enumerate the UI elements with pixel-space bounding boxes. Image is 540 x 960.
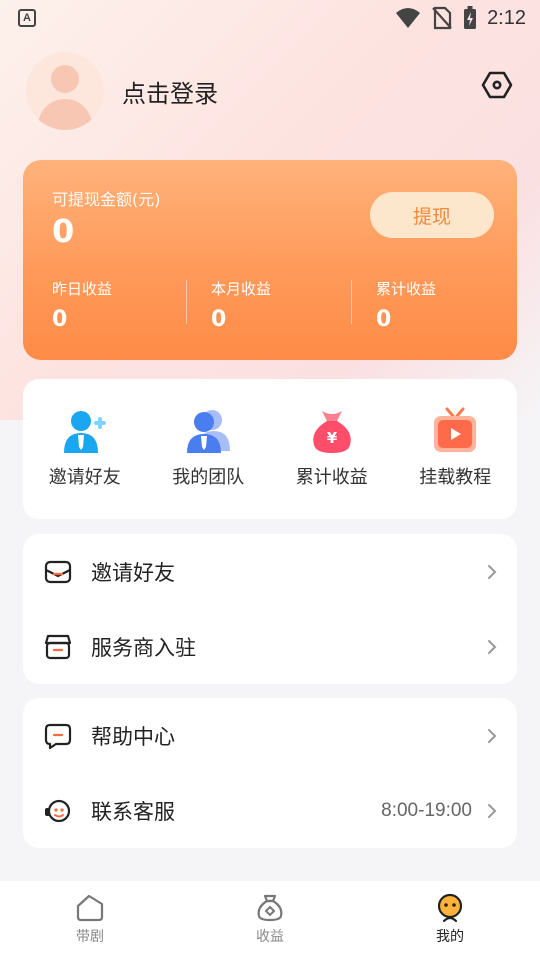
clock: 2:12 <box>487 6 526 29</box>
withdrawable-label: 可提现金额(元) <box>52 190 161 209</box>
menu-item-customer-service[interactable]: 联系客服 8:00-19:00 <box>23 773 517 848</box>
wifi-icon <box>396 8 421 28</box>
quick-action-team[interactable]: 我的团队 <box>147 379 271 519</box>
profile-face-icon <box>437 893 463 923</box>
no-sim-icon <box>432 6 452 30</box>
chevron-right-icon <box>488 803 497 818</box>
money-bag-icon: ¥ <box>312 411 351 453</box>
chevron-right-icon <box>488 639 497 654</box>
settings-icon[interactable] <box>481 69 513 101</box>
tab-label: 收益 <box>256 929 284 945</box>
quick-action-label: 我的团队 <box>172 467 245 488</box>
avatar[interactable] <box>26 52 104 130</box>
menu-item-label: 邀请好友 <box>91 560 175 585</box>
stat-value: 0 <box>52 307 68 332</box>
menu-item-label: 联系客服 <box>91 799 175 824</box>
menu-item-label: 服务商入驻 <box>91 635 196 660</box>
stat-value: 0 <box>376 307 392 332</box>
quick-action-invite[interactable]: 邀请好友 <box>23 379 147 519</box>
menu-item-invite[interactable]: 邀请好友 <box>23 534 517 609</box>
quick-actions-card: 邀请好友 我的团队 ¥ 累计收益 挂载教程 <box>23 379 517 519</box>
invite-friend-icon <box>63 411 106 453</box>
bottom-tab-bar: 带剧 收益 我的 <box>0 881 540 960</box>
tab-earnings[interactable]: 收益 <box>180 881 360 960</box>
menu-item-provider[interactable]: 服务商入驻 <box>23 609 517 684</box>
menu-item-help[interactable]: 帮助中心 <box>23 698 517 773</box>
login-link[interactable]: 点击登录 <box>122 74 218 109</box>
chevron-right-icon <box>488 564 497 579</box>
menu-item-label: 帮助中心 <box>91 724 175 749</box>
envelope-icon <box>44 560 72 583</box>
drama-icon <box>76 894 104 922</box>
profile-header[interactable]: 点击登录 <box>26 52 218 130</box>
quick-action-earnings[interactable]: ¥ 累计收益 <box>270 379 394 519</box>
withdraw-button[interactable]: 提现 <box>370 192 494 238</box>
quick-action-label: 挂载教程 <box>419 467 492 488</box>
service-hours: 8:00-19:00 <box>381 799 472 821</box>
stat-label: 昨日收益 <box>52 280 113 298</box>
tab-drama[interactable]: 带剧 <box>0 881 180 960</box>
tab-mine[interactable]: 我的 <box>360 881 540 960</box>
stat-value: 0 <box>211 307 227 332</box>
status-bar: A 2:12 <box>0 0 540 36</box>
battery-charging-icon <box>464 6 477 29</box>
help-chat-icon <box>44 723 72 749</box>
quick-action-label: 邀请好友 <box>48 467 121 488</box>
stat-this-month: 本月收益 0 <box>211 278 271 332</box>
tab-label: 带剧 <box>76 929 104 945</box>
quick-action-label: 累计收益 <box>295 467 368 488</box>
stat-total: 累计收益 0 <box>376 278 436 332</box>
menu-group-1: 邀请好友 服务商入驻 <box>23 534 517 684</box>
store-icon <box>44 634 72 659</box>
quick-action-tutorial[interactable]: 挂载教程 <box>394 379 518 519</box>
svg-text:¥: ¥ <box>327 429 338 447</box>
customer-service-icon <box>45 799 71 822</box>
earnings-bag-icon <box>257 894 283 922</box>
stat-label: 累计收益 <box>376 280 437 298</box>
divider <box>186 280 187 324</box>
stat-label: 本月收益 <box>211 280 272 298</box>
stat-yesterday: 昨日收益 0 <box>52 278 112 332</box>
wallet-card: 可提现金额(元) 0 提现 昨日收益 0 本月收益 0 累计收益 0 <box>23 160 517 360</box>
divider <box>351 280 352 324</box>
app-notification-icon: A <box>18 9 36 27</box>
menu-group-2: 帮助中心 联系客服 8:00-19:00 <box>23 698 517 848</box>
team-icon <box>187 410 231 453</box>
tab-label: 我的 <box>436 929 464 945</box>
chevron-right-icon <box>488 728 497 743</box>
video-tutorial-icon <box>434 407 477 452</box>
withdrawable-amount: 0 <box>52 212 75 250</box>
